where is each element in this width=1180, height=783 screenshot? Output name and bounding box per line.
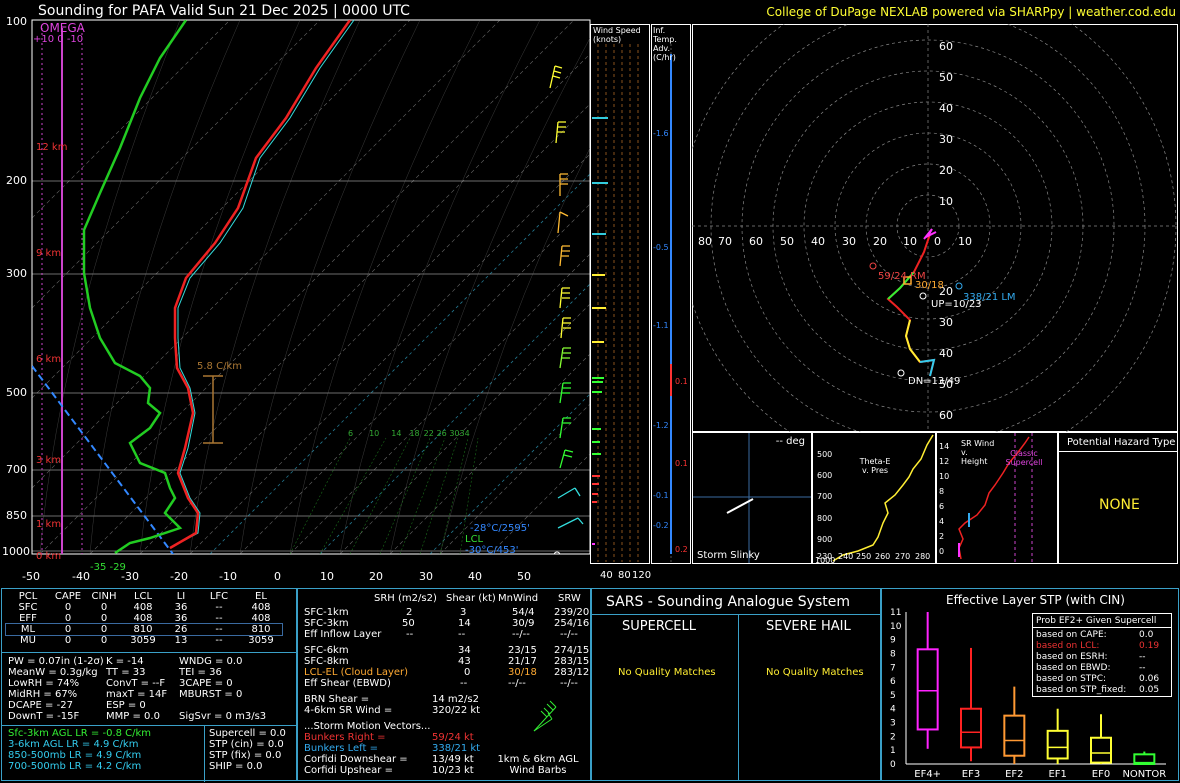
stp-y-tick: 8 xyxy=(890,649,896,659)
wind-tick-80: 80 xyxy=(618,570,631,581)
pressure-tick-300: 300 xyxy=(6,267,27,280)
omega-label: OMEGA xyxy=(40,21,85,35)
stp-y-tick: 10 xyxy=(890,622,902,632)
stp-y-tick: 5 xyxy=(890,691,896,701)
kinematics-panel: SRH (m2/s2) Shear (kt) MnWind SRW SFC-1k… xyxy=(297,588,591,781)
parcel-indices-panel: PCL CAPE CINH LCL LI LFC EL SFC 0 0 408 36 --… xyxy=(1,588,297,782)
stp-y-tick: 0 xyxy=(890,760,896,770)
stp-y-tick: 1 xyxy=(890,746,896,756)
lapse-rates: Sfc-3km AGL LR = -0.8 C/km 3-6km AGL LR =… xyxy=(8,728,152,772)
stp-box xyxy=(1090,736,1112,764)
wind-tick-40: 40 xyxy=(600,570,613,581)
theta-e-panel: Theta-E v. Pres 500 600 700 800 900 1000… xyxy=(812,432,936,565)
stp-box xyxy=(960,707,982,749)
sars-supercell: SUPERCELL xyxy=(622,619,696,634)
wind-tick-120: 120 xyxy=(632,570,652,581)
height-label-9km: 9 km xyxy=(36,248,62,259)
sr-wind-panel: SR Wind v. Height Classic Supercell 14 1… xyxy=(936,432,1058,564)
stp-category-label: EF3 xyxy=(962,769,980,780)
pressure-tick-200: 200 xyxy=(6,174,27,187)
stp-category-label: EF1 xyxy=(1048,769,1066,780)
table-row: SFC 0 0 408 36 -- 408 xyxy=(18,602,271,613)
pressure-tick-500: 500 xyxy=(6,386,27,399)
sr-wind-label: Classic Supercell xyxy=(1005,449,1043,467)
hazard-value: NONE xyxy=(1099,497,1140,513)
stp-box xyxy=(1046,729,1069,760)
pressure-tick-100: 100 xyxy=(6,15,27,28)
sars-panel: SARS - Sounding Analogue System SUPERCEL… xyxy=(591,588,881,781)
sr-wind-title: SR Wind v. Height xyxy=(961,439,995,466)
omega-scale: +10 0 -10 xyxy=(33,34,84,45)
stp-y-tick: 6 xyxy=(890,677,896,687)
temp-adv-values: -1.6 -0.5 -1.1 0.1 -1.2 0.1 -0.1 -0.2 0.… xyxy=(653,129,688,554)
height-label-0km: 0 km xyxy=(36,551,62,562)
stp-category-label: NONTOR xyxy=(1122,769,1166,780)
composite-indices: Supercell = 0.0 STP (cin) = 0.0 STP (fix) … xyxy=(209,728,286,772)
slinky-deg: -- deg xyxy=(775,436,805,447)
storm-slinky-panel: -- deg Storm Slinky xyxy=(692,432,812,564)
height-label-1km: 1 km xyxy=(36,519,62,530)
hazard-panel: Potential Hazard Type NONE xyxy=(1058,432,1178,564)
agl-wind-barbs xyxy=(533,700,557,732)
page-title: Sounding for PAFA Valid Sun 21 Dec 2025 … xyxy=(38,3,410,19)
table-row-selected: ML 0 0 810 26 -- 810 xyxy=(5,623,283,636)
stp-panel: Effective Layer STP (with CIN) 11 10 9 8 7 6 5… xyxy=(881,588,1179,781)
stp-box xyxy=(916,648,939,731)
lcl-value: -28°C/2595' xyxy=(470,523,530,534)
pressure-tick-850: 850 xyxy=(6,509,27,522)
stp-box xyxy=(1003,714,1026,757)
indices-col3: WNDG = 0.0 TEI = 36 3CAPE = 0 MBURST = 0 Si… xyxy=(179,656,267,722)
height-label-3km: 3 km xyxy=(36,455,62,466)
table-row: EFF 0 0 408 36 -- 408 xyxy=(19,613,271,624)
height-label-12km: 12 km xyxy=(36,142,68,153)
skewt-diagram xyxy=(31,19,591,555)
pressure-tick-1000: 1000 xyxy=(2,545,30,558)
stp-y-tick: 9 xyxy=(890,636,896,646)
stp-category-label: EF4+ xyxy=(914,769,941,780)
stp-y-tick: 2 xyxy=(890,732,896,742)
mixing-ratio-labels: 6 10 14 18 22 26 3034 xyxy=(348,429,470,438)
sars-hail-matches: No Quality Matches xyxy=(766,667,864,678)
wind-speed-title: Wind Speed (knots) xyxy=(593,26,641,44)
height-label-6km: 6 km xyxy=(36,354,62,365)
indices-col2: K = -14 TT = 33 ConvT = --F maxT = 14F ESP =… xyxy=(106,656,168,722)
frz-value: -30°C/453' xyxy=(465,545,519,556)
prob-ef2-box: Prob EF2+ Given Supercell based on CAPE:… xyxy=(1032,613,1172,697)
hodograph-labels: 60 50 40 30 20 10 20 30 40 50 60 80 70 6… xyxy=(698,40,1016,422)
barbs-note: 1km & 6km AGL Wind Barbs xyxy=(497,754,579,776)
stp-category-label: EF2 xyxy=(1005,769,1023,780)
table-row: MU 0 0 3059 13 -- 3059 xyxy=(20,635,274,646)
wind-speed-panel xyxy=(590,24,650,564)
theta-e-title: Theta-E v. Pres xyxy=(859,457,891,475)
stp-y-tick: 4 xyxy=(890,705,896,715)
sars-supercell-matches: No Quality Matches xyxy=(618,667,716,678)
stp-y-tick: 11 xyxy=(890,608,901,618)
stp-y-tick: 7 xyxy=(890,663,896,673)
stp-category-label: EF0 xyxy=(1092,769,1110,780)
sars-hail: SEVERE HAIL xyxy=(766,619,851,634)
parcel-table: PCL CAPE CINH LCL LI LFC EL SFC 0 0 408 36 --… xyxy=(5,591,283,646)
hazard-title: Potential Hazard Type xyxy=(1067,437,1176,448)
indices-col1: PW = 0.07in (1-2σ) MeanW = 0.3g/kg LowRH =… xyxy=(8,656,104,722)
temp-axis: -50 -40 -30 -20 -10 0 10 20 30 40 50 xyxy=(22,570,531,583)
sars-title: SARS - Sounding Analogue System xyxy=(606,594,850,610)
slinky-label: Storm Slinky xyxy=(697,550,760,561)
stp-y-tick: 3 xyxy=(890,719,896,729)
lapse-rate-label: 5.8 C/km xyxy=(197,361,242,372)
credit-text: College of DuPage NEXLAB powered via SHA… xyxy=(766,5,1176,19)
pressure-tick-700: 700 xyxy=(6,463,27,476)
